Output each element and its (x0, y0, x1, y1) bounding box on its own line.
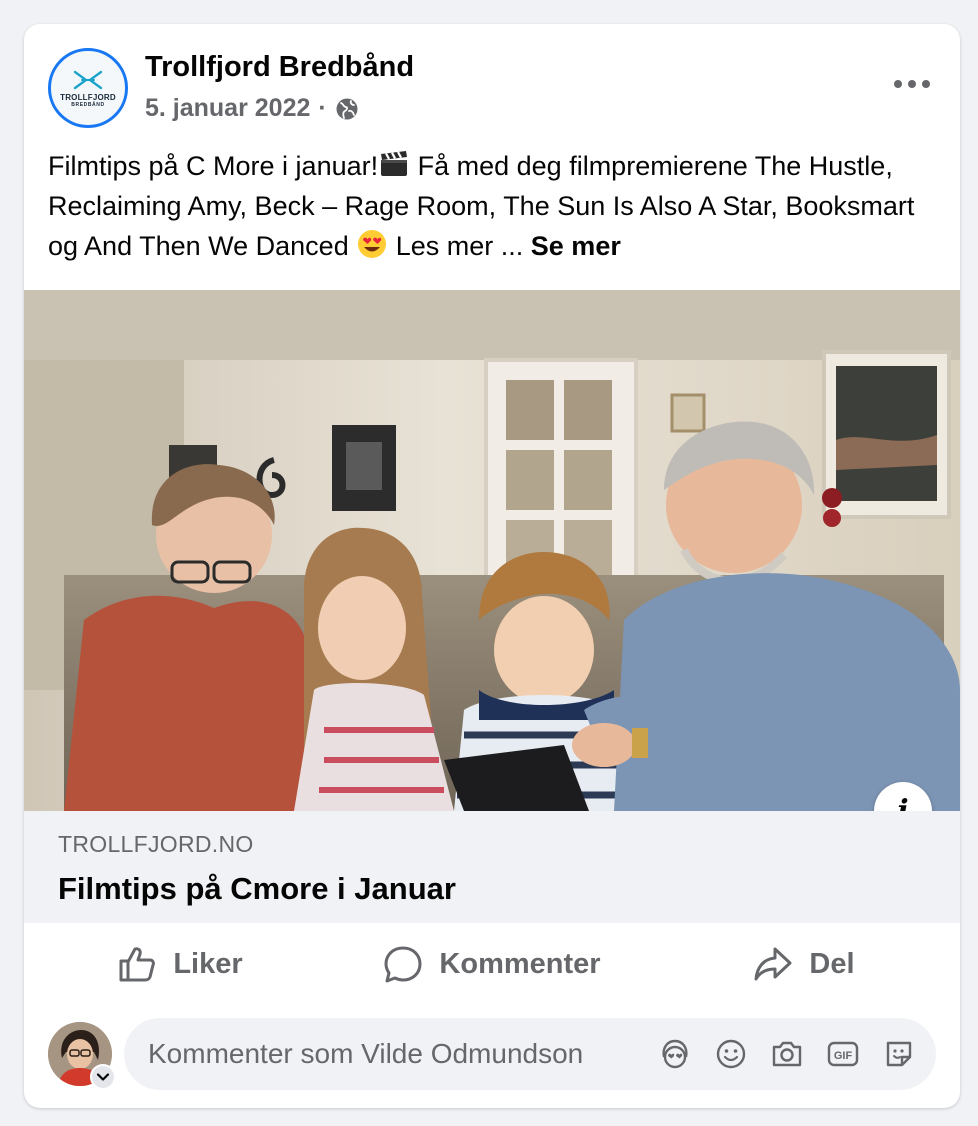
share-label: Del (809, 947, 855, 980)
sticker-icon[interactable] (882, 1037, 916, 1071)
share-button[interactable]: Del (648, 923, 960, 1005)
comment-composer: GIF (124, 1018, 936, 1090)
emoji-icon[interactable] (714, 1037, 748, 1071)
like-label: Liker (173, 947, 243, 980)
post-text-part: Les mer ... (388, 231, 531, 261)
more-dot-icon (894, 80, 902, 88)
logo-mark-icon (73, 70, 103, 89)
logo-subword: BREDBÅND (71, 101, 105, 108)
globe-icon[interactable] (335, 97, 359, 121)
action-bar: Liker Kommenter Del (24, 923, 960, 1005)
thumbs-up-icon (119, 947, 156, 982)
post-text: Filmtips på C More i januar! Få med deg … (48, 146, 928, 266)
post-text-part: Filmtips på C More i januar! (48, 151, 379, 181)
post-date[interactable]: 5. januar 2022 (145, 94, 310, 123)
clapper-board-emoji (378, 148, 410, 180)
more-dot-icon (922, 80, 930, 88)
heart-eyes-emoji (356, 228, 388, 260)
page-avatar[interactable]: TROLLFJORD BREDBÅND (48, 48, 128, 128)
profile-switch-button[interactable] (90, 1064, 116, 1090)
link-domain: TROLLFJORD.NO (58, 831, 254, 857)
meta-separator: · (318, 94, 327, 122)
page-name[interactable]: Trollfjord Bredbånd (145, 51, 414, 84)
comment-input[interactable] (148, 1018, 648, 1090)
gif-icon[interactable]: GIF (826, 1037, 860, 1071)
svg-text:GIF: GIF (834, 1050, 853, 1062)
share-arrow-icon (754, 947, 792, 981)
see-more-link[interactable]: Se mer (531, 231, 621, 261)
link-preview[interactable]: TROLLFJORD.NO Filmtips på Cmore i Januar (24, 811, 960, 923)
post-meta: 5. januar 2022 · (145, 94, 359, 123)
link-title: Filmtips på Cmore i Januar (58, 871, 456, 906)
post-photo[interactable] (24, 290, 960, 811)
avatar-sticker-icon[interactable] (658, 1037, 692, 1071)
more-dot-icon (908, 80, 916, 88)
comment-bubble-icon (384, 946, 422, 983)
logo-word: TROLLFJORD (60, 92, 116, 102)
comment-label: Kommenter (439, 947, 601, 980)
post-card: TROLLFJORD BREDBÅND Trollfjord Bredbånd … (24, 24, 960, 1108)
camera-icon[interactable] (770, 1037, 804, 1071)
more-options-button[interactable] (890, 70, 934, 98)
comment-button[interactable]: Kommenter (336, 923, 648, 1005)
like-button[interactable]: Liker (24, 923, 336, 1005)
chevron-down-icon (96, 1073, 110, 1081)
family-photo-image (24, 290, 960, 811)
